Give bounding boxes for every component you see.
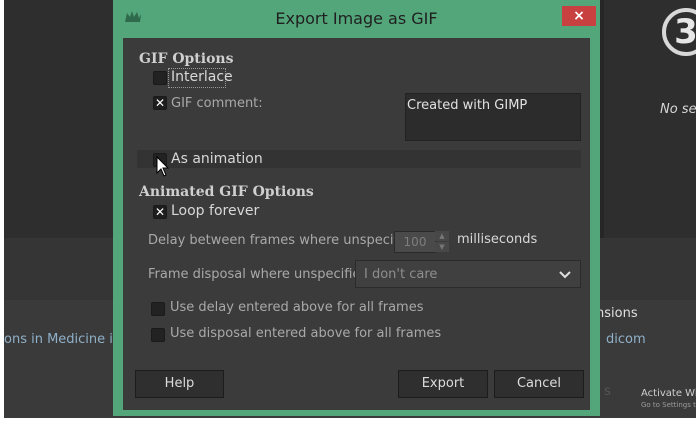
gif-comment-label[interactable]: GIF comment: — [171, 96, 263, 111]
disposal-label: Frame disposal where unspecified: — [148, 267, 374, 282]
use-delay-checkbox[interactable] — [151, 302, 165, 316]
activate-windows-title: Activate Windo — [641, 388, 696, 399]
disposal-dropdown[interactable]: I don't care — [355, 260, 581, 288]
chevron-down-icon — [558, 261, 572, 300]
use-delay-label[interactable]: Use delay entered above for all frames — [170, 300, 424, 315]
as-animation-label[interactable]: As animation — [171, 151, 263, 167]
close-button[interactable]: × — [562, 6, 596, 26]
left-dock-panel — [4, 0, 116, 238]
dialog-titlebar[interactable]: Export Image as GIF × — [113, 0, 600, 38]
spin-up-icon[interactable]: ▲ — [435, 231, 449, 241]
no-selection-text: No se — [660, 102, 696, 117]
background-dicom-text: dicom — [606, 332, 646, 347]
use-disposal-label[interactable]: Use disposal entered above for all frame… — [170, 326, 441, 341]
loop-forever-checkbox[interactable]: ✕ — [153, 205, 167, 219]
interlace-label[interactable]: Interlace — [171, 69, 233, 85]
delay-unit-label: milliseconds — [457, 232, 538, 247]
activate-windows-subtitle: Go to Settings to ac — [641, 401, 696, 409]
help-button[interactable]: Help — [135, 370, 224, 398]
gif-comment-textarea[interactable]: Created with GIMP — [405, 93, 581, 141]
background-fragment: s — [604, 384, 611, 399]
loop-forever-label[interactable]: Loop forever — [171, 203, 259, 219]
background-link-text: ons in Medicine in — [4, 332, 122, 347]
use-disposal-checkbox[interactable] — [151, 328, 165, 342]
spin-down-icon[interactable]: ▼ — [435, 242, 449, 252]
gif-comment-checkbox[interactable]: ✕ — [153, 96, 167, 110]
delay-label: Delay between frames where unspecified: — [148, 233, 423, 248]
interlace-checkbox[interactable] — [153, 71, 167, 85]
dimensions-text: nsions — [596, 306, 638, 321]
gif-options-heading: GIF Options — [139, 51, 234, 67]
disposal-selected-value: I don't care — [364, 267, 438, 282]
export-button[interactable]: Export — [398, 370, 488, 398]
dialog-content: GIF Options Interlace ✕ GIF comment: Cre… — [123, 38, 590, 410]
mouse-cursor-icon — [156, 155, 170, 182]
delay-spinbox[interactable]: 100 — [394, 231, 436, 253]
export-gif-dialog: Export Image as GIF × GIF Options Interl… — [113, 0, 600, 416]
dialog-title: Export Image as GIF — [275, 9, 438, 28]
cancel-button[interactable]: Cancel — [494, 370, 584, 398]
animated-gif-options-heading: Animated GIF Options — [139, 184, 314, 200]
